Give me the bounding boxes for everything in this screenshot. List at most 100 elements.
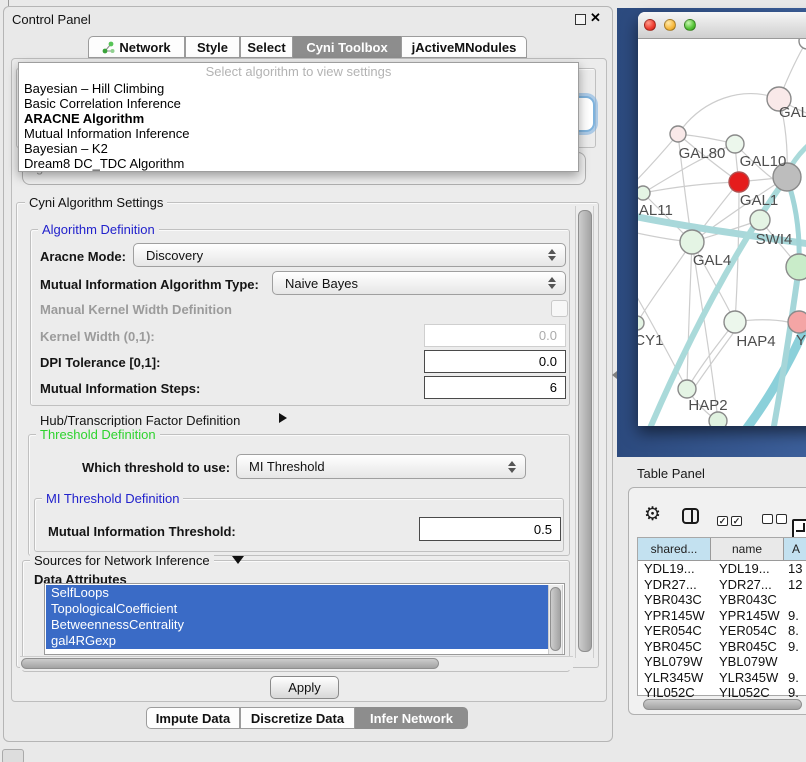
table-cell: YLR345W — [644, 670, 703, 686]
which-threshold-combobox[interactable]: MI Threshold — [236, 454, 526, 479]
mi-type-label: Mutual Information Algorithm Type: — [40, 277, 259, 292]
node-label: GCY1 — [638, 332, 663, 349]
combo-spinner-icon — [508, 461, 516, 473]
network-node[interactable] — [638, 186, 650, 200]
table-row[interactable]: YBR043CYBR043C — [638, 592, 806, 608]
column-header-shared-name[interactable]: shared... — [638, 538, 711, 561]
table-cell: 8. — [788, 623, 799, 639]
attribute-item-selected[interactable]: SelfLoops — [46, 585, 554, 601]
attribute-list-scrollbar[interactable] — [548, 585, 563, 655]
table-cell: 9. — [788, 608, 799, 624]
zoom-window-icon[interactable] — [684, 19, 696, 31]
tab-network[interactable]: Network — [88, 36, 185, 58]
algorithm-definition-title: Algorithm Definition — [38, 222, 159, 237]
attribute-item-selected[interactable]: TopologicalCoefficient — [46, 601, 554, 617]
network-node[interactable] — [638, 316, 644, 330]
dpi-tolerance-field[interactable]: 0.0 — [424, 350, 566, 373]
network-edge — [638, 242, 692, 323]
table-horizontal-scrollbar[interactable] — [640, 698, 806, 710]
network-node[interactable] — [680, 230, 704, 254]
deselect-all-rows-icon[interactable] — [762, 511, 787, 529]
table-cell: YBL079W — [644, 654, 703, 670]
attribute-item-selected[interactable]: BetweennessCentrality — [46, 617, 554, 633]
dropdown-item[interactable]: Basic Correlation Inference — [19, 96, 578, 111]
table-row[interactable]: YBL079W YBL079W — [638, 654, 806, 670]
network-node[interactable] — [729, 172, 749, 192]
dropdown-item[interactable]: Mutual Information Inference — [19, 126, 578, 141]
column-layout-icon[interactable] — [682, 508, 699, 524]
tab-cyni-toolbox[interactable]: Cyni Toolbox — [293, 36, 401, 58]
tab-label: jActiveMNodules — [412, 40, 517, 55]
network-node[interactable] — [750, 210, 770, 230]
settings-vertical-scrollbar[interactable] — [575, 206, 594, 658]
mi-steps-label: Mutual Information Steps: — [40, 381, 200, 396]
dropdown-hint: Select algorithm to view settings — [19, 63, 578, 81]
node-label: GAL10 — [740, 153, 787, 170]
dropdown-item[interactable]: Bayesian – K2 — [19, 141, 578, 156]
tab-label: Style — [197, 40, 228, 55]
manual-kernel-checkbox[interactable] — [551, 300, 568, 317]
minimized-panel-button[interactable] — [2, 749, 24, 762]
network-node[interactable] — [678, 380, 696, 398]
apply-button-label: Apply — [288, 680, 321, 695]
table-row[interactable]: YIL052CYIL052C9. — [638, 685, 806, 697]
dropdown-item[interactable]: Dream8 DC_TDC Algorithm — [19, 156, 578, 171]
table-cell: 9. — [788, 670, 799, 686]
node-label: GAL11 — [638, 202, 673, 219]
tab-jactivemnodules[interactable]: jActiveMNodules — [401, 36, 527, 58]
tab-select[interactable]: Select — [240, 36, 293, 58]
hub-definition-label[interactable]: Hub/Transcription Factor Definition — [40, 413, 240, 428]
dropdown-item-selected[interactable]: ARACNE Algorithm — [19, 111, 578, 126]
table-row[interactable]: YER054CYER054C8. — [638, 623, 806, 639]
table-row[interactable]: YBR045CYBR045C9. — [638, 639, 806, 655]
tab-infer-network[interactable]: Infer Network — [355, 707, 468, 729]
network-canvas[interactable]: GALGAL80GAL10GAL11GAL1SWI4GAL4GCY1HAP4YH… — [638, 39, 806, 426]
network-node[interactable] — [670, 126, 686, 142]
network-node[interactable] — [724, 311, 746, 333]
select-all-rows-icon[interactable]: ✓✓ — [717, 511, 742, 529]
column-header-name[interactable]: name — [711, 538, 784, 561]
minimize-window-icon[interactable] — [664, 19, 676, 31]
sources-title: Sources for Network Inference — [30, 553, 214, 568]
settings-horizontal-scrollbar[interactable] — [20, 656, 573, 670]
node-label: HAP4 — [736, 333, 775, 350]
dropdown-item[interactable]: Bayesian – Hill Climbing — [19, 81, 578, 96]
apply-button[interactable]: Apply — [270, 676, 339, 699]
network-node[interactable] — [726, 135, 744, 153]
table-cell: YER054C — [719, 623, 777, 639]
kernel-width-field[interactable]: 0.0 — [424, 324, 566, 347]
node-label: SWI4 — [756, 231, 793, 248]
network-node[interactable] — [799, 39, 806, 49]
table-row[interactable]: YLR345WYLR345W9. — [638, 670, 806, 686]
table-cell: YPR145W — [719, 608, 780, 624]
network-node[interactable] — [786, 254, 806, 280]
tab-impute-data[interactable]: Impute Data — [146, 707, 240, 729]
aracne-mode-label: Aracne Mode: — [40, 249, 126, 264]
network-window-titlebar[interactable] — [638, 12, 806, 39]
node-label: GAL4 — [693, 252, 731, 269]
expand-right-icon[interactable] — [279, 413, 287, 423]
table-row[interactable]: YPR145WYPR145W9. — [638, 608, 806, 624]
node-label: HAP2 — [688, 397, 727, 414]
table-row[interactable]: YDR27...YDR27...12 — [638, 577, 806, 593]
tab-discretize-data[interactable]: Discretize Data — [240, 707, 355, 729]
column-header-partial[interactable]: A — [784, 538, 806, 561]
network-node[interactable] — [709, 412, 727, 426]
mi-type-combobox[interactable]: Naive Bayes — [272, 271, 566, 295]
aracne-mode-combobox[interactable]: Discovery — [133, 243, 566, 267]
table-row[interactable]: YDL19...YDL19...13 — [638, 561, 806, 577]
mi-steps-field[interactable]: 6 — [424, 376, 566, 399]
network-edge-highlighted — [787, 179, 799, 265]
mi-threshold-field[interactable]: 0.5 — [419, 517, 561, 541]
close-icon[interactable]: ✕ — [590, 10, 601, 26]
collapse-down-icon[interactable] — [232, 556, 244, 564]
network-node[interactable] — [788, 311, 806, 333]
attribute-item-selected[interactable]: gal4RGexp — [46, 633, 554, 649]
close-window-icon[interactable] — [644, 19, 656, 31]
network-icon — [102, 41, 115, 54]
gear-icon[interactable]: ⚙ — [644, 505, 661, 524]
float-window-icon[interactable] — [575, 14, 586, 25]
tab-style[interactable]: Style — [185, 36, 240, 58]
network-window[interactable]: GALGAL80GAL10GAL11GAL1SWI4GAL4GCY1HAP4YH… — [638, 12, 806, 425]
table-cell: YBL079W — [719, 654, 778, 670]
